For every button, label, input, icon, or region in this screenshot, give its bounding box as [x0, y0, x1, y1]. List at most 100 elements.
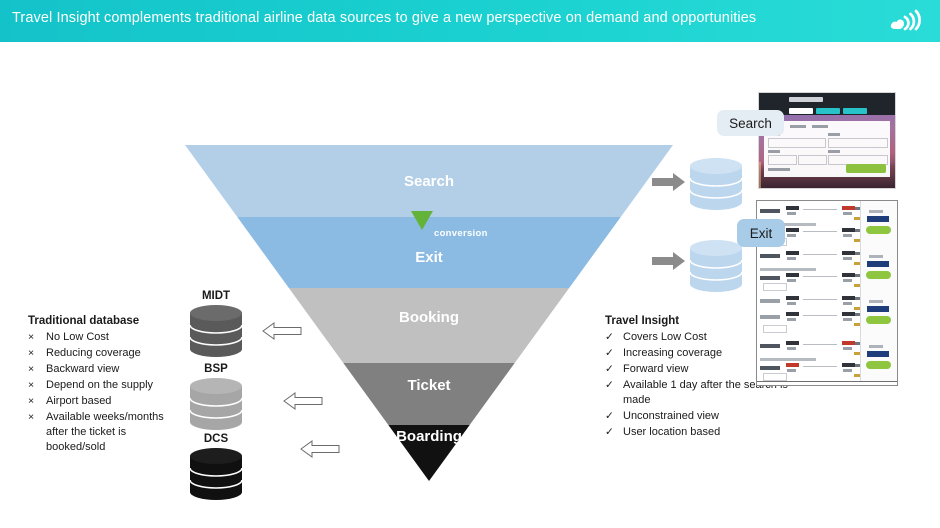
leg-line [803, 313, 869, 326]
arrive-time [842, 251, 855, 255]
mockup-radio-oneway[interactable] [790, 125, 806, 128]
origin-code [787, 257, 796, 260]
airline-logo-icon [760, 315, 780, 319]
flight-itinerary [757, 336, 869, 381]
cylinder-shape [189, 378, 243, 430]
database-label-midt: MIDT [201, 290, 231, 302]
depart-time [786, 312, 799, 316]
slide-canvas: Travel Insight complements traditional a… [0, 0, 940, 528]
list-item-label: Depend on the supply [46, 379, 154, 391]
mockup-checkbox-direct[interactable] [768, 168, 790, 171]
conversion-marker: conversion [411, 211, 531, 245]
destination-code [843, 347, 852, 350]
list-item: ✓ User location based [605, 425, 795, 440]
mockup-return-date-field[interactable] [798, 155, 827, 165]
flight-leg-outbound [760, 205, 869, 220]
leg-line [803, 342, 869, 355]
arrive-time [842, 206, 855, 210]
flight-result-card[interactable] [757, 291, 897, 337]
cross-icon: × [28, 331, 35, 343]
database-cylinder-midt: MIDT [189, 290, 243, 362]
check-icon: ✓ [605, 347, 614, 359]
from-label [869, 210, 883, 213]
header-bar: Travel Insight complements traditional a… [0, 0, 940, 42]
flight-result-card[interactable] [757, 246, 897, 292]
cylinder-shape [189, 305, 243, 357]
funnel-shape [185, 145, 673, 481]
destination-code [843, 279, 852, 282]
callout-search: Search [717, 110, 784, 136]
funnel-band-search [185, 145, 673, 217]
destination-code [843, 318, 852, 321]
select-button[interactable] [866, 316, 891, 324]
arrow-left-outline-icon [300, 440, 340, 458]
mockup-origin-field[interactable] [768, 138, 826, 148]
select-button[interactable] [866, 271, 891, 279]
leg-line [803, 229, 869, 242]
details-button[interactable] [763, 283, 787, 291]
insight-store-exit [689, 240, 743, 297]
callout-exit: Exit [737, 219, 785, 247]
details-button[interactable] [763, 373, 787, 381]
flight-itinerary [757, 246, 869, 291]
mockup-tab-flights[interactable] [789, 107, 813, 114]
airline-logo-icon [760, 209, 780, 213]
leg-line [803, 207, 869, 220]
check-icon: ✓ [605, 363, 614, 375]
cross-icon: × [28, 379, 35, 391]
traditional-database-title: Traditional database [28, 315, 140, 327]
airline-logo-icon [760, 254, 780, 258]
mockup-depart-date-field[interactable] [768, 155, 797, 165]
database-label-bsp: BSP [204, 363, 228, 375]
skyscanner-cloud-wifi-logo-icon [890, 9, 921, 31]
arrow-left-outline-icon [262, 322, 302, 340]
airline-logo-icon [760, 299, 780, 303]
mockup-search-flights-button[interactable] [846, 164, 886, 173]
search-screen-mockup[interactable] [758, 92, 896, 189]
depart-time [786, 341, 799, 345]
mockup-label-travellers [828, 150, 840, 153]
list-item-label: No Low Cost [46, 331, 109, 343]
arrive-time [842, 273, 855, 277]
mockup-topbar [759, 93, 895, 106]
from-label [869, 300, 883, 303]
origin-code [787, 212, 796, 215]
destination-code [843, 369, 852, 372]
flight-leg-outbound [760, 250, 869, 265]
leg-line [803, 364, 869, 377]
mockup-tab-carhire[interactable] [843, 107, 867, 114]
insight-store-search [689, 158, 743, 215]
select-button[interactable] [866, 226, 891, 234]
airline-logo-icon [760, 344, 780, 348]
cylinder-shape [689, 240, 743, 292]
list-item-label: User location based [623, 426, 721, 438]
destination-code [843, 302, 852, 305]
select-button[interactable] [866, 361, 891, 369]
mockup-tab-hotels[interactable] [816, 107, 840, 114]
mockup-radio-multicity[interactable] [812, 125, 828, 128]
check-icon: ✓ [605, 379, 614, 391]
arrow-left-outline-icon [283, 392, 323, 410]
check-icon: ✓ [605, 331, 614, 343]
flight-leg-outbound [760, 295, 869, 310]
conversion-triangle-icon [411, 211, 433, 230]
list-item: × No Low Cost [28, 330, 188, 345]
origin-code [787, 302, 796, 305]
mockup-destination-field[interactable] [828, 138, 888, 148]
list-item-label: Unconstrained view [623, 410, 719, 422]
origin-code [787, 318, 796, 321]
leg-line [803, 297, 869, 310]
traditional-database-panel: Traditional database × No Low Cost × Red… [28, 315, 188, 456]
details-button[interactable] [763, 325, 787, 333]
destination-code [843, 257, 852, 260]
funnel-band-boarding [185, 425, 673, 481]
price-value [867, 351, 889, 357]
list-item-label: Reducing coverage [46, 347, 141, 359]
depart-time [786, 363, 799, 367]
check-icon: ✓ [605, 426, 614, 438]
origin-code [787, 279, 796, 282]
price-value [867, 261, 889, 267]
list-item: ✓ Unconstrained view [605, 409, 795, 424]
flight-result-card[interactable] [757, 336, 897, 382]
flight-leg-outbound [760, 340, 869, 355]
